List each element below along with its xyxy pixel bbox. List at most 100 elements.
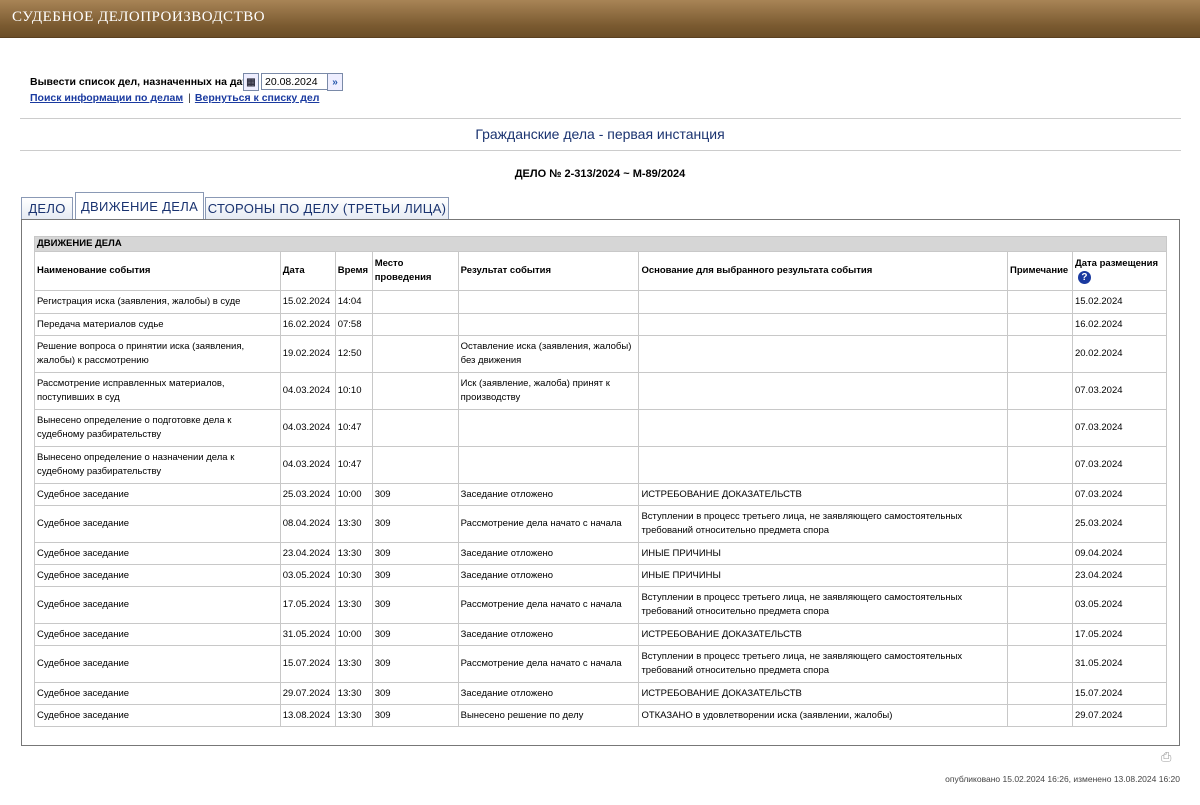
table-cell: 03.05.2024	[279, 564, 336, 587]
table-cell	[1006, 335, 1073, 373]
table-cell	[1006, 409, 1073, 447]
table-row: Судебное заседание 23.04.2024 13:30 309 Засе…	[34, 542, 1168, 565]
table-cell: 309	[371, 483, 459, 506]
table-cell: 13:30	[334, 682, 373, 705]
back-to-list-link[interactable]: Вернуться к списку дел	[195, 92, 319, 104]
table-cell: 07.03.2024	[1071, 446, 1168, 484]
table-cell: Вступлении в процесс третьего лица, не з…	[638, 586, 1008, 624]
table-cell: ИНЫЕ ПРИЧИНЫ	[638, 564, 1008, 587]
table-cell: 31.05.2024	[279, 623, 336, 646]
table-cell: 07:58	[334, 313, 373, 336]
table-cell: ИСТРЕБОВАНИЕ ДОКАЗАТЕЛЬСТВ	[638, 623, 1008, 646]
table-cell: Вступлении в процесс третьего лица, не з…	[638, 645, 1008, 683]
table-cell	[371, 313, 459, 336]
table-cell	[638, 446, 1008, 484]
table-cell: ОТКАЗАНО в удовлетворении иска (заявлени…	[638, 704, 1008, 727]
table-cell	[638, 409, 1008, 447]
table-cell: 31.05.2024	[1071, 645, 1168, 683]
table-cell	[1006, 704, 1073, 727]
table-cell	[1006, 505, 1073, 543]
table-cell: 10:10	[334, 372, 373, 410]
table-cell: 13:30	[334, 586, 373, 624]
table-cell: Судебное заседание	[34, 542, 281, 565]
table-cell: Вступлении в процесс третьего лица, не з…	[638, 505, 1008, 543]
publication-info: опубликовано 15.02.2024 16:26, изменено …	[945, 774, 1180, 784]
table-cell	[371, 335, 459, 373]
table-cell: 13.08.2024	[279, 704, 336, 727]
table-cell: 04.03.2024	[279, 409, 336, 447]
table-cell: Заседание отложено	[457, 682, 640, 705]
table-row: Судебное заседание 13.08.2024 13:30 309 Выне…	[34, 704, 1168, 727]
table-row: Вынесено определение о подготовке дела к…	[34, 409, 1168, 447]
table-row: Судебное заседание 31.05.2024 10:00 309 Засе…	[34, 623, 1168, 646]
table-cell: Судебное заседание	[34, 645, 281, 683]
table-cell	[638, 313, 1008, 336]
table-cell: Рассмотрение дела начато с начала	[457, 645, 640, 683]
printer-icon[interactable]: ⎙	[1161, 750, 1176, 764]
table-cell: 15.02.2024	[1071, 290, 1168, 314]
question-circle-icon[interactable]: ?	[1077, 270, 1091, 284]
table-row: Вынесено определение о назначении дела к…	[34, 446, 1168, 484]
search-cases-link[interactable]: Поиск информации по делам	[30, 92, 183, 104]
table-cell: 309	[371, 542, 459, 565]
table-cell	[371, 290, 459, 314]
tab-parties[interactable]: СТОРОНЫ ПО ДЕЛУ (ТРЕТЬИ ЛИЦА)	[205, 197, 449, 219]
table-cell: 29.07.2024	[279, 682, 336, 705]
table-cell	[457, 409, 640, 447]
table-cell: 16.02.2024	[1071, 313, 1168, 336]
table-cell: 309	[371, 505, 459, 543]
table-cell	[457, 290, 640, 314]
table-row: Судебное заседание 08.04.2024 13:30 309 Расс…	[34, 505, 1168, 543]
calendar-icon[interactable]: ▦	[243, 73, 259, 91]
date-filter-label: Вывести список дел, назначенных на дату	[30, 76, 254, 88]
table-row: Решение вопроса о принятии иска (заявлен…	[34, 335, 1168, 373]
table-cell	[371, 409, 459, 447]
table-cell	[1006, 372, 1073, 410]
column-header-label: Дата размещения	[1074, 257, 1159, 269]
table-cell	[1006, 542, 1073, 565]
table-cell	[457, 313, 640, 336]
section-title: Гражданские дела - первая инстанция	[475, 126, 725, 142]
table-cell: Оставление иска (заявления, жалобы) без …	[457, 335, 640, 373]
table-cell	[1006, 313, 1073, 336]
table-cell: Заседание отложено	[457, 542, 640, 565]
table-cell: 20.02.2024	[1071, 335, 1168, 373]
table-cell: 04.03.2024	[279, 446, 336, 484]
table-cell: Судебное заседание	[34, 483, 281, 506]
table-cell	[1006, 483, 1073, 506]
column-header: Время	[334, 251, 373, 291]
table-cell: Рассмотрение дела начато с начала	[457, 505, 640, 543]
table-cell: Рассмотрение дела начато с начала	[457, 586, 640, 624]
table-cell	[371, 446, 459, 484]
table-cell: Судебное заседание	[34, 505, 281, 543]
table-cell: Решение вопроса о принятии иска (заявлен…	[34, 335, 281, 373]
table-cell: 10:30	[334, 564, 373, 587]
date-input[interactable]	[261, 73, 333, 90]
table-cell: ИСТРЕБОВАНИЕ ДОКАЗАТЕЛЬСТВ	[638, 682, 1008, 705]
tab-case[interactable]: ДЕЛО	[21, 197, 73, 219]
table-row: Судебное заседание 03.05.2024 10:30 309 Засе…	[34, 564, 1168, 587]
table-cell: 25.03.2024	[1071, 505, 1168, 543]
table-row: Регистрация иска (заявления, жалобы) в с…	[34, 290, 1168, 314]
table-cell: 09.04.2024	[1071, 542, 1168, 565]
table-cell: 13:30	[334, 645, 373, 683]
table-cell	[638, 335, 1008, 373]
table-cell: 08.04.2024	[279, 505, 336, 543]
double-chevron-right-icon[interactable]: »	[327, 73, 343, 91]
table-cell: Судебное заседание	[34, 704, 281, 727]
table-cell: 13:30	[334, 704, 373, 727]
column-header: Примечание	[1006, 251, 1073, 291]
nav-links: Поиск информации по делам | Вернуться к сп…	[30, 92, 319, 104]
case-number: ДЕЛО № 2-313/2024 ~ М-89/2024	[514, 168, 686, 180]
table-cell: 23.04.2024	[1071, 564, 1168, 587]
table-cell: 25.03.2024	[279, 483, 336, 506]
tab-case-movement[interactable]: ДВИЖЕНИЕ ДЕЛА	[75, 192, 204, 219]
table-cell: Заседание отложено	[457, 623, 640, 646]
top-banner: СУДЕБНОЕ ДЕЛОПРОИЗВОДСТВО	[0, 0, 1200, 38]
table-cell: Судебное заседание	[34, 623, 281, 646]
table-cell: Регистрация иска (заявления, жалобы) в с…	[34, 290, 281, 314]
table-cell: 17.05.2024	[279, 586, 336, 624]
table-cell: 309	[371, 564, 459, 587]
table-cell: 309	[371, 645, 459, 683]
table-cell: Заседание отложено	[457, 564, 640, 587]
